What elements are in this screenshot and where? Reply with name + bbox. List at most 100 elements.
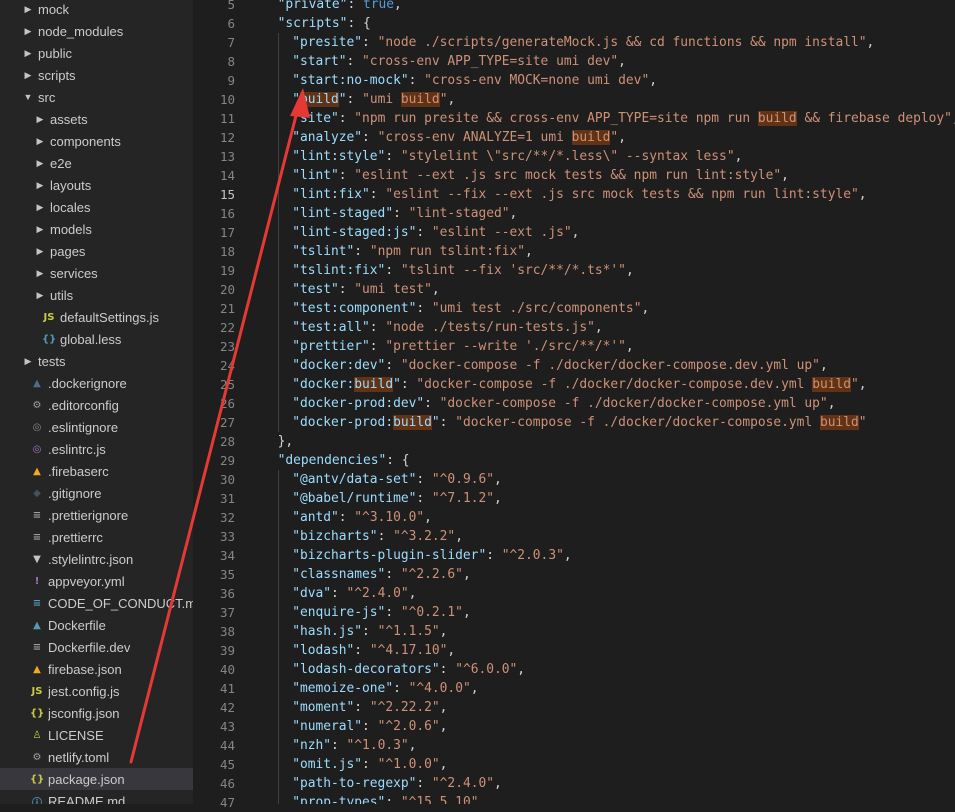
code-line[interactable]: "nzh": "^1.0.3",: [292, 736, 416, 755]
code-line[interactable]: "presite": "node ./scripts/generateMock.…: [292, 33, 874, 52]
code-line[interactable]: "lint:style": "stylelint \"src/**/*.less…: [292, 147, 742, 166]
code-line[interactable]: "test": "umi test",: [292, 280, 439, 299]
code-line[interactable]: "site": "npm run presite && cross-env AP…: [292, 109, 955, 128]
find-match-highlight: build: [757, 111, 797, 126]
explorer-file[interactable]: {} package.json: [0, 768, 193, 790]
code-line[interactable]: "start:no-mock": "cross-env MOCK=none um…: [292, 71, 657, 90]
js-file-icon: JS: [31, 685, 43, 697]
explorer-file[interactable]: ≡ .prettierrc: [0, 526, 193, 548]
explorer-folder[interactable]: ▶ node_modules: [0, 20, 193, 42]
code-line[interactable]: "lint-staged:js": "eslint --ext .js",: [292, 223, 579, 242]
explorer-folder[interactable]: ▶ tests: [0, 350, 193, 372]
code-line[interactable]: "classnames": "^2.2.6",: [292, 565, 471, 584]
explorer-item-label: locales: [50, 199, 91, 215]
code-line[interactable]: "build": "umi build",: [292, 90, 455, 109]
line-number: 22: [219, 320, 235, 335]
explorer-folder[interactable]: ▶ pages: [0, 240, 193, 262]
code-line[interactable]: "moment": "^2.22.2",: [292, 698, 447, 717]
code-line[interactable]: "omit.js": "^1.0.0",: [292, 755, 447, 774]
code-line[interactable]: "lodash": "^4.17.10",: [292, 641, 455, 660]
explorer-folder[interactable]: ▶ services: [0, 262, 193, 284]
code-line[interactable]: "tslint": "npm run tslint:fix",: [292, 242, 533, 261]
code-line[interactable]: "dva": "^2.4.0",: [292, 584, 416, 603]
explorer-folder[interactable]: ▶ utils: [0, 284, 193, 306]
code-line[interactable]: "test:component": "umi test ./src/compon…: [292, 299, 649, 318]
explorer-file[interactable]: JS jest.config.js: [0, 680, 193, 702]
explorer-file[interactable]: ≡ .prettierignore: [0, 504, 193, 526]
code-line[interactable]: "docker-prod:dev": "docker-compose -f ./…: [292, 394, 835, 413]
explorer-file[interactable]: ▲ firebase.json: [0, 658, 193, 680]
code-line[interactable]: "dependencies": {: [278, 451, 410, 470]
prettier-file-icon: ≡: [32, 509, 42, 521]
code-editor[interactable]: "private": true, "scripts": {"presite": "…: [253, 0, 955, 804]
code-line[interactable]: "lodash-decorators": "^6.0.0",: [292, 660, 525, 679]
explorer-file[interactable]: JS defaultSettings.js: [0, 306, 193, 328]
code-line[interactable]: "private": true,: [278, 0, 402, 14]
explorer-file[interactable]: ▲ Dockerfile: [0, 614, 193, 636]
explorer-folder[interactable]: ▶ components: [0, 130, 193, 152]
explorer-file[interactable]: ♙ LICENSE: [0, 724, 193, 746]
explorer-file[interactable]: ◆ .gitignore: [0, 482, 193, 504]
explorer-file[interactable]: ≡ Dockerfile.dev: [0, 636, 193, 658]
chevron-down-icon: ▼: [23, 92, 33, 102]
code-line[interactable]: "antd": "^3.10.0",: [292, 508, 432, 527]
line-number: 17: [219, 225, 235, 240]
explorer-file[interactable]: ! appveyor.yml: [0, 570, 193, 592]
code-line[interactable]: },: [278, 432, 294, 451]
explorer-folder[interactable]: ▼ src: [0, 86, 193, 108]
explorer-folder[interactable]: ▶ e2e: [0, 152, 193, 174]
chevron-right-icon: ▶: [36, 135, 44, 146]
line-number: 33: [219, 529, 235, 544]
code-line[interactable]: "start": "cross-env APP_TYPE=site umi de…: [292, 52, 626, 71]
explorer-file[interactable]: ◎ .eslintrc.js: [0, 438, 193, 460]
code-line[interactable]: "bizcharts": "^3.2.2",: [292, 527, 463, 546]
code-line[interactable]: "enquire-js": "^0.2.1",: [292, 603, 471, 622]
explorer-file[interactable]: ▲ .dockerignore: [0, 372, 193, 394]
code-line[interactable]: "numeral": "^2.0.6",: [292, 717, 447, 736]
code-line[interactable]: "prettier": "prettier --write './src/**/…: [292, 337, 634, 356]
explorer-folder[interactable]: ▶ public: [0, 42, 193, 64]
code-line[interactable]: "test:all": "node ./tests/run-tests.js",: [292, 318, 602, 337]
code-line[interactable]: "hash.js": "^1.1.5",: [292, 622, 447, 641]
explorer-file[interactable]: ⓘ README.md: [0, 790, 193, 805]
code-line[interactable]: "prop-types": "^15.5.10": [292, 793, 478, 804]
line-number: 47: [219, 795, 235, 810]
find-match-highlight: build: [354, 377, 394, 392]
explorer-file[interactable]: ⚙ .editorconfig: [0, 394, 193, 416]
license-file-icon: ♙: [32, 729, 42, 741]
explorer-item-label: components: [50, 133, 121, 149]
code-line[interactable]: "tslint:fix": "tslint --fix 'src/**/*.ts…: [292, 261, 634, 280]
code-line[interactable]: "lint-staged": "lint-staged",: [292, 204, 517, 223]
code-line[interactable]: "docker-prod:build": "docker-compose -f …: [292, 413, 867, 432]
explorer-file[interactable]: {} global.less: [0, 328, 193, 350]
code-line[interactable]: "path-to-regexp": "^2.4.0",: [292, 774, 502, 793]
code-line[interactable]: "bizcharts-plugin-slider": "^2.0.3",: [292, 546, 571, 565]
code-line[interactable]: "@babel/runtime": "^7.1.2",: [292, 489, 502, 508]
code-line[interactable]: "@antv/data-set": "^0.9.6",: [292, 470, 502, 489]
explorer-file[interactable]: ▼ .stylelintrc.json: [0, 548, 193, 570]
explorer-file[interactable]: {} jsconfig.json: [0, 702, 193, 724]
explorer-item-label: .gitignore: [48, 485, 102, 501]
explorer-folder[interactable]: ▶ locales: [0, 196, 193, 218]
explorer-file[interactable]: ≡ CODE_OF_CONDUCT.md: [0, 592, 193, 614]
line-number: 45: [219, 757, 235, 772]
code-line[interactable]: "memoize-one": "^4.0.0",: [292, 679, 478, 698]
code-line[interactable]: "docker:dev": "docker-compose -f ./docke…: [292, 356, 828, 375]
explorer-folder[interactable]: ▶ models: [0, 218, 193, 240]
code-line[interactable]: "docker:build": "docker-compose -f ./doc…: [292, 375, 867, 394]
line-number: 44: [219, 738, 235, 753]
code-line[interactable]: "analyze": "cross-env ANALYZE=1 umi buil…: [292, 128, 626, 147]
line-number: 42: [219, 700, 235, 715]
docker-file-icon: ▲: [33, 619, 41, 631]
explorer-file[interactable]: ▲ .firebaserc: [0, 460, 193, 482]
code-line[interactable]: "lint": "eslint --ext .js src mock tests…: [292, 166, 789, 185]
code-line[interactable]: "lint:fix": "eslint --fix --ext .js src …: [292, 185, 866, 204]
explorer-folder[interactable]: ▶ assets: [0, 108, 193, 130]
explorer-file[interactable]: ⚙ netlify.toml: [0, 746, 193, 768]
explorer-folder[interactable]: ▶ mock: [0, 0, 193, 20]
explorer-file[interactable]: ◎ .eslintignore: [0, 416, 193, 438]
explorer-folder[interactable]: ▶ scripts: [0, 64, 193, 86]
code-line[interactable]: "scripts": {: [278, 14, 371, 33]
explorer-folder[interactable]: ▶ layouts: [0, 174, 193, 196]
explorer-item-label: package.json: [48, 771, 125, 787]
